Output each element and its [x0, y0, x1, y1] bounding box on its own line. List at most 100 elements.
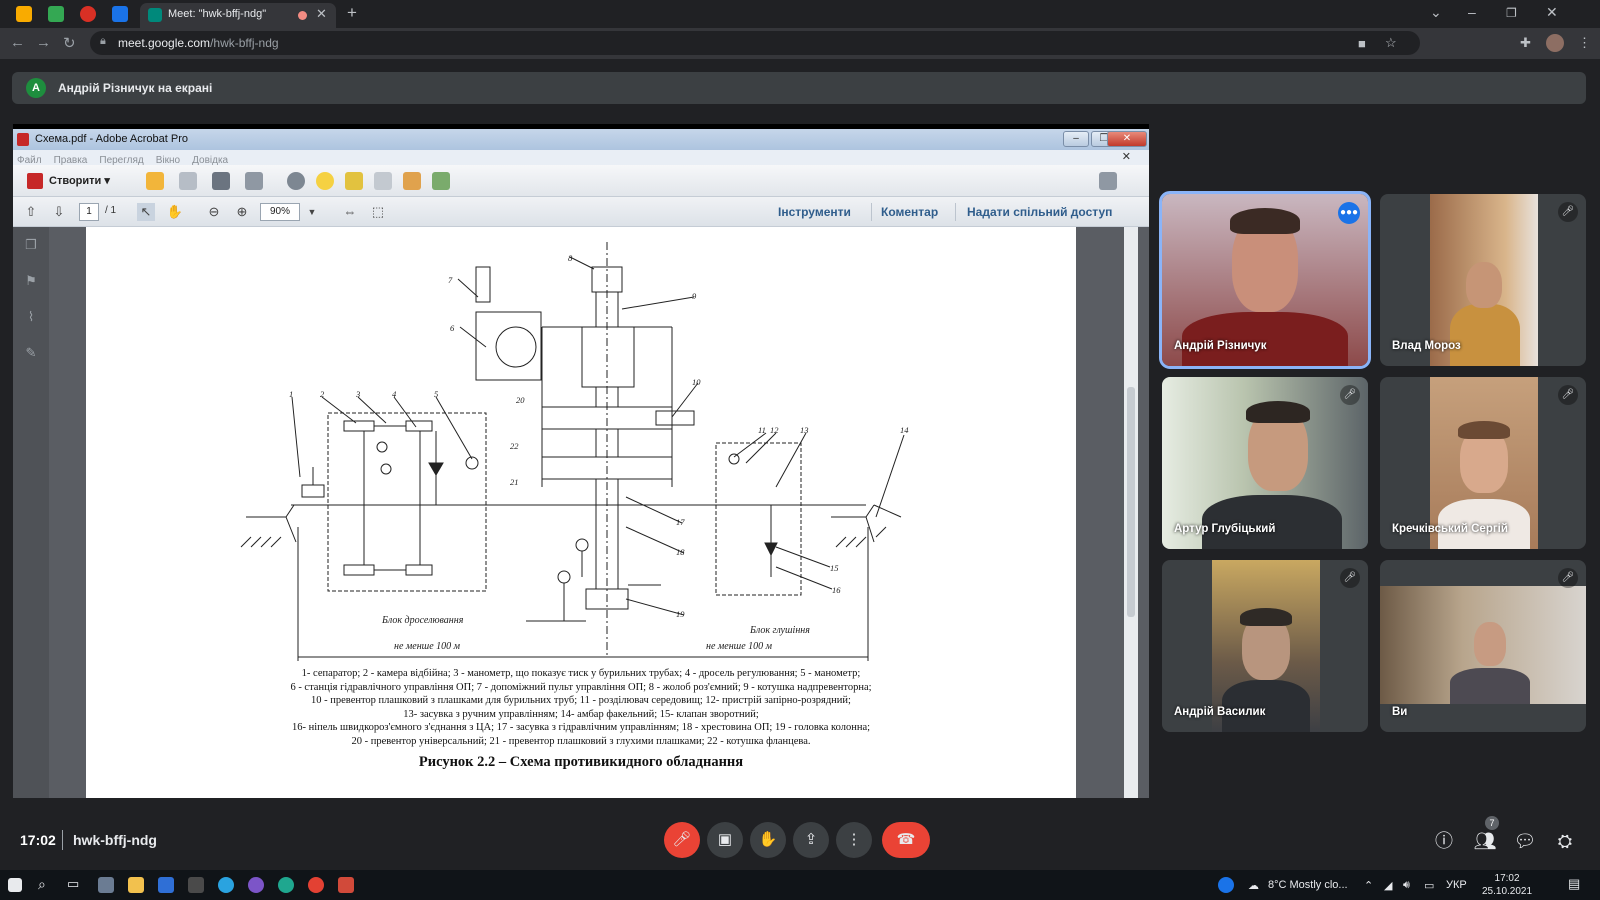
prev-page-icon[interactable]: ⇧	[22, 203, 40, 221]
minimize-icon[interactable]: –	[1468, 4, 1476, 20]
next-page-icon[interactable]: ⇩	[50, 203, 68, 221]
hand-tool-icon[interactable]: ✋	[166, 203, 184, 221]
people-icon[interactable]: 👥︎	[1472, 828, 1498, 854]
more-options-button[interactable]: ⋮	[836, 822, 872, 858]
volume-icon[interactable]: 🔊︎	[1403, 879, 1410, 892]
expand-icon[interactable]	[1099, 172, 1117, 190]
email-icon[interactable]	[245, 172, 263, 190]
battery-icon[interactable]: ▭	[1424, 879, 1434, 892]
task-view-icon[interactable]: ▭	[67, 876, 79, 892]
document-tool-icon[interactable]	[374, 172, 392, 190]
bookmark-star-icon[interactable]: ☆	[1385, 35, 1397, 51]
acrobat-taskbar-icon[interactable]	[338, 877, 354, 893]
close-document-icon[interactable]: ✕	[1122, 150, 1131, 163]
acrobat-menu-bar: Файл Правка Перегляд Вікно Довідка ✕	[13, 150, 1149, 166]
file-explorer-icon[interactable]	[128, 877, 144, 893]
weather-text[interactable]: 8°C Mostly clo...	[1268, 879, 1348, 891]
participant-tile[interactable]: 🎤︎ Артур Глубіцький	[1162, 377, 1368, 549]
network-icon[interactable]: ◢	[1384, 879, 1392, 892]
highlight-icon[interactable]	[345, 172, 363, 190]
fit-page-icon[interactable]: ⬚	[369, 203, 387, 221]
recording-indicator-icon	[298, 11, 307, 20]
comment-bubble-icon[interactable]	[316, 172, 334, 190]
acrobat-close-button[interactable]: ✕	[1107, 131, 1147, 147]
zoom-dropdown-icon[interactable]: ▼	[303, 203, 321, 221]
pages-panel-icon[interactable]: ❐	[22, 237, 40, 255]
mic-toggle-button[interactable]: 🎤︎	[664, 822, 700, 858]
comment-link[interactable]: Коментар	[881, 205, 938, 219]
start-icon[interactable]	[8, 878, 22, 892]
select-cursor-icon[interactable]: ↖	[137, 203, 155, 221]
participant-tile[interactable]: 🎤︎ Влад Мороз	[1380, 194, 1586, 366]
browser-menu-icon[interactable]: ⋮	[1578, 35, 1591, 51]
search-icon[interactable]: ⌕	[38, 876, 46, 893]
drive-tab-icon[interactable]	[48, 6, 64, 22]
print-icon[interactable]	[212, 172, 230, 190]
zoom-level-input[interactable]: 90%	[260, 203, 300, 221]
chat-icon[interactable]: 💬︎	[1512, 828, 1538, 854]
legend-line: 20 - превентор універсальний; 21 - преве…	[351, 735, 811, 747]
store-icon[interactable]	[98, 877, 114, 893]
pinned-tab-icon[interactable]	[80, 6, 96, 22]
tray-expand-icon[interactable]: ⌃	[1364, 879, 1373, 892]
new-tab-icon[interactable]: +	[347, 3, 357, 23]
sheets-tab-icon[interactable]	[16, 6, 32, 22]
address-bar[interactable]: 🔒︎ meet.google.com/hwk-bffj-ndg ■ ☆	[90, 31, 1420, 55]
forward-icon[interactable]: →	[36, 34, 51, 51]
bookmarks-icon[interactable]: ⚑	[22, 273, 40, 291]
viber-icon[interactable]	[248, 877, 264, 893]
restore-icon[interactable]: ❐	[1506, 6, 1517, 20]
label-1: 1	[289, 389, 293, 399]
active-tab-meet[interactable]: Meet: "hwk-bffj-ndg" ✕	[140, 3, 336, 28]
shared-screen: Схема.pdf - Adobe Acrobat Pro – ❐ ✕ Файл…	[13, 124, 1149, 798]
participant-tile[interactable]: ●●● Андрій Різничук	[1159, 191, 1371, 369]
raise-hand-button[interactable]: ✋	[750, 822, 786, 858]
help-icon[interactable]	[1218, 877, 1234, 893]
reload-icon[interactable]: ↻	[63, 34, 76, 52]
settings-gear-icon[interactable]	[287, 172, 305, 190]
participant-tile[interactable]: 🎤︎ Андрій Василик	[1162, 560, 1368, 732]
fit-width-icon[interactable]: ⇔	[341, 203, 359, 221]
telegram-icon[interactable]	[218, 877, 234, 893]
sign-icon[interactable]	[432, 172, 450, 190]
label-12: 12	[770, 425, 779, 435]
profile-avatar[interactable]	[1546, 34, 1564, 52]
participant-tile[interactable]: 🎤︎ Ви	[1380, 560, 1586, 732]
zoom-out-icon[interactable]: ⊖	[205, 203, 223, 221]
attachments-icon[interactable]: ⌇	[22, 309, 40, 327]
export-icon[interactable]	[403, 172, 421, 190]
mail-icon[interactable]	[158, 877, 174, 893]
back-icon[interactable]: ←	[10, 34, 25, 51]
close-window-icon[interactable]: ✕	[1546, 4, 1558, 21]
save-icon[interactable]	[179, 172, 197, 190]
participant-tile[interactable]: 🎤︎ Кречківський Сергій	[1380, 377, 1586, 549]
acrobat-minimize-button[interactable]: –	[1063, 131, 1089, 147]
tab-search-icon[interactable]: ⌄	[1430, 4, 1442, 21]
meeting-details-icon[interactable]: ⓘ	[1431, 828, 1457, 854]
signatures-icon[interactable]: ✎	[22, 345, 40, 363]
taskbar-clock[interactable]: 17:02 25.10.2021	[1482, 872, 1532, 898]
present-screen-button[interactable]: ⇪	[793, 822, 829, 858]
camera-toggle-button[interactable]: ▣	[707, 822, 743, 858]
scrollbar-thumb[interactable]	[1127, 387, 1135, 617]
extensions-icon[interactable]: ✚	[1520, 35, 1531, 51]
open-folder-icon[interactable]	[146, 172, 164, 190]
language-indicator[interactable]: УКР	[1446, 879, 1467, 891]
acrobat-page-toolbar: ⇧ ⇩ 1 / 1 ↖ ✋ ⊖ ⊕ 90% ▼ ⇔ ⬚ Інструменти …	[13, 197, 1149, 227]
share-link[interactable]: Надати спільний доступ	[967, 205, 1112, 219]
camera-indicator-icon[interactable]: ■	[1358, 36, 1366, 51]
pinned-tab-icon[interactable]	[112, 6, 128, 22]
edge-icon[interactable]	[278, 877, 294, 893]
meeting-time: 17:02	[20, 832, 56, 848]
tools-link[interactable]: Інструменти	[778, 205, 851, 219]
create-button[interactable]: Створити ▾	[21, 170, 116, 192]
page-number-input[interactable]: 1	[79, 203, 99, 221]
notifications-icon[interactable]: ▤	[1568, 876, 1580, 892]
document-scrollbar[interactable]	[1124, 227, 1138, 798]
app-icon[interactable]	[188, 877, 204, 893]
activities-icon[interactable]: ⛭	[1552, 828, 1578, 854]
chrome-icon[interactable]	[308, 877, 324, 893]
close-tab-icon[interactable]: ✕	[316, 6, 327, 22]
zoom-in-icon[interactable]: ⊕	[233, 203, 251, 221]
leave-call-button[interactable]: ☎	[882, 822, 930, 858]
